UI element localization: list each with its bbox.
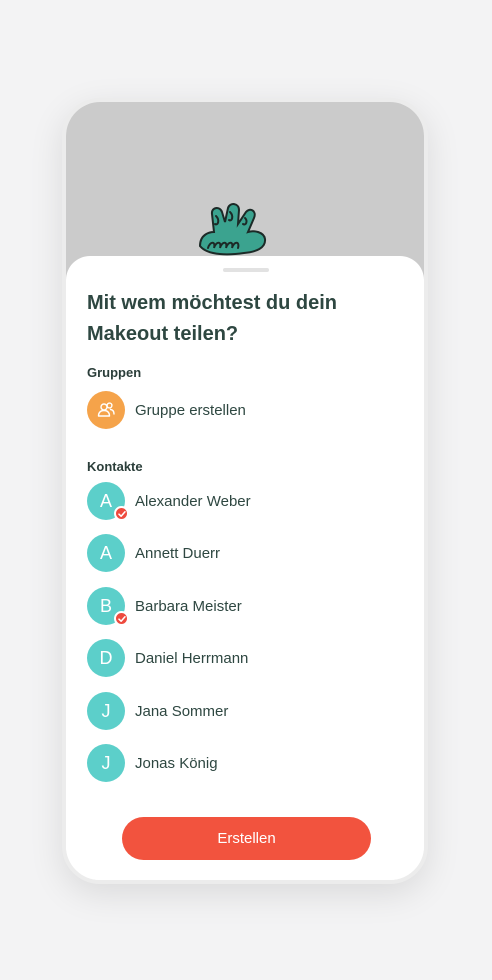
contact-name: Barbara Meister	[135, 597, 242, 615]
contact-avatar: A	[87, 482, 129, 521]
create-group-row[interactable]: Gruppe erstellen	[87, 390, 246, 430]
contact-avatar: J	[87, 744, 125, 782]
contact-avatar: B	[87, 587, 129, 626]
sheet-drag-handle[interactable]	[223, 268, 269, 272]
contact-row[interactable]: A Alexander Weber	[87, 481, 251, 521]
contact-avatar: J	[87, 692, 125, 730]
avatar-initial: J	[101, 700, 111, 721]
avatar-initial: A	[99, 490, 112, 511]
selected-check-icon	[114, 611, 129, 626]
people-icon	[97, 402, 115, 417]
contact-row[interactable]: J Jana Sommer	[87, 691, 228, 731]
contact-name: Daniel Herrmann	[135, 649, 249, 667]
contact-row[interactable]: D Daniel Herrmann	[87, 638, 248, 678]
mascot-illustration	[198, 203, 267, 256]
contact-name: Jana Sommer	[135, 702, 229, 720]
avatar-initial: B	[99, 595, 112, 616]
phone-frame: Mit wem möchtest du dein Makeout teilen?…	[62, 98, 428, 884]
create-group-label: Gruppe erstellen	[135, 401, 246, 419]
contact-name: Annett Duerr	[135, 544, 221, 562]
contact-row[interactable]: J Jonas König	[87, 743, 218, 783]
contact-name: Jonas König	[135, 754, 218, 772]
avatar-initial: J	[101, 752, 111, 773]
contact-row[interactable]: A Annett Duerr	[87, 533, 220, 573]
avatar-initial: D	[99, 647, 113, 668]
contact-avatar: A	[87, 534, 125, 572]
share-sheet: Mit wem möchtest du dein Makeout teilen?…	[66, 256, 424, 880]
sheet-title: Mit wem möchtest du dein Makeout teilen?	[87, 292, 338, 345]
contact-name: Alexander Weber	[135, 492, 251, 510]
selected-check-icon	[114, 506, 129, 521]
section-label-contacts: Kontakte	[87, 459, 143, 474]
group-avatar	[87, 391, 125, 429]
section-label-groups: Gruppen	[87, 365, 142, 380]
contact-avatar: D	[87, 639, 125, 677]
avatar-initial: A	[99, 542, 112, 563]
create-button[interactable]: Erstellen	[122, 817, 371, 860]
backdrop	[66, 102, 424, 282]
contact-row[interactable]: B Barbara Meister	[87, 586, 242, 626]
